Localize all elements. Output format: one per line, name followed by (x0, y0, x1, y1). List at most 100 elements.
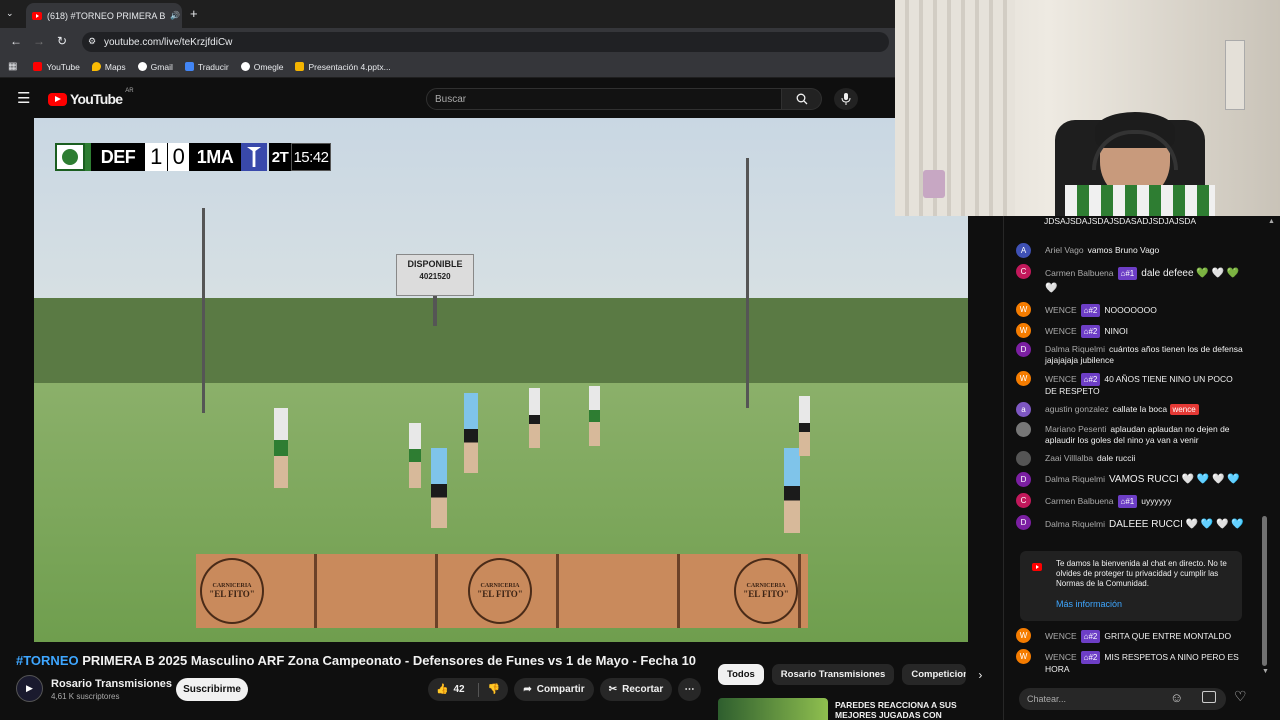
chat-author[interactable]: WENCE (1045, 374, 1077, 384)
chat-author[interactable]: WENCE (1045, 631, 1077, 641)
bookmark-presentacion[interactable]: Presentación 4.pptx... (295, 62, 391, 72)
bookmark-youtube[interactable]: YouTube (33, 62, 80, 72)
clip-button[interactable]: ✂ Recortar (600, 678, 672, 701)
bookmark-maps[interactable]: Maps (91, 62, 126, 72)
menu-icon[interactable]: ☰ (17, 89, 30, 107)
chat-message: W WENCE ⌂#2 MIS RESPETOS A NINO PERO ES HO… (1016, 649, 1246, 675)
chat-message: Zaai Villlalba dale ruccii (1016, 451, 1246, 466)
chat-scroll-up-icon[interactable]: ▲ (1268, 218, 1275, 225)
chat-author[interactable]: agustin gonzalez (1045, 404, 1109, 414)
chat-author[interactable]: WENCE (1045, 652, 1077, 662)
bookmark-gmail[interactable]: Gmail (137, 62, 173, 72)
chat-message: a agustin gonzalez callate la boca wence (1016, 402, 1246, 417)
url-bar[interactable]: ⚙ youtube.com/live/teKrzjfdiCw (82, 32, 889, 52)
chat-scrollbar[interactable] (1262, 516, 1267, 666)
back-icon[interactable]: ← (10, 34, 22, 48)
sponsor-logo: CARNICERIA "EL FITO" (200, 558, 264, 624)
chat-author[interactable]: Carmen Balbuena (1045, 496, 1114, 506)
chat-avatar[interactable]: C (1016, 493, 1031, 508)
sponsor-logo: CARNICERIA "EL FITO" (734, 558, 798, 624)
more-actions-button[interactable]: ⋯ (678, 678, 701, 701)
chat-author[interactable]: Carmen Balbuena (1045, 268, 1114, 278)
related-chips: Todos Rosario Transmisiones Competicione… (718, 664, 982, 685)
chat-author[interactable]: Dalma Riquelmi (1045, 344, 1105, 354)
chat-message: W WENCE ⌂#2 NOOOOOOO (1016, 302, 1246, 317)
chat-avatar[interactable]: a (1016, 402, 1031, 417)
video-player[interactable]: DISPONIBLE 4021520 CARNICERIA "EL FITO" C… (34, 118, 968, 642)
bookmarks-bar: ▦ YouTube Maps Gmail Traducir Omegle Pre… (0, 56, 895, 78)
chat-avatar[interactable]: C (1016, 264, 1031, 279)
heart-icon[interactable]: ♡ (1234, 688, 1247, 705)
light-pole (746, 158, 749, 408)
channel-avatar[interactable]: ▶ (16, 675, 43, 702)
like-icon[interactable]: 👍 (436, 684, 448, 695)
chat-avatar[interactable] (1016, 422, 1031, 437)
chat-author[interactable]: WENCE (1045, 305, 1077, 315)
forward-icon[interactable]: → (33, 34, 45, 48)
player (529, 388, 540, 448)
chat-message: Mariano Pesenti aplaudan aplaudan no deje… (1016, 422, 1246, 446)
chat-avatar[interactable]: D (1016, 472, 1031, 487)
chip-channel[interactable]: Rosario Transmisiones (771, 664, 895, 685)
bookmark-omegle[interactable]: Omegle (240, 62, 283, 72)
title-hashtag[interactable]: #TORNEO (16, 653, 79, 668)
home-team: DEF (91, 143, 145, 171)
more-horizontal-icon: ⋯ (684, 684, 695, 695)
member-badge: ⌂#2 (1080, 651, 1101, 664)
chat-message: D Dalma Riquelmi VAMOS RUCCI 🤍 🩵 🤍 🩵 (1016, 472, 1246, 487)
emoji-icon[interactable]: ☺ (1170, 690, 1183, 705)
chat-author[interactable]: Zaai Villlalba (1045, 453, 1093, 463)
chat-scroll-down-icon[interactable]: ▼ (1262, 668, 1269, 675)
scoreboard: DEF 1 0 1MA 2T 15:42 (55, 143, 331, 171)
channel-name[interactable]: Rosario Transmisiones (51, 678, 172, 690)
chat-author[interactable]: WENCE (1045, 326, 1077, 336)
match-period: 2T (269, 143, 291, 171)
reload-icon[interactable]: ↻ (57, 34, 67, 48)
sponsor-banner: CARNICERIA "EL FITO" CARNICERIA "EL FITO" … (196, 554, 808, 628)
away-score: 0 (167, 143, 189, 171)
site-info-icon[interactable]: ⚙ (88, 36, 96, 47)
mention-badge: wence (1169, 404, 1199, 415)
browser-tab[interactable]: (618) #TORNEO PRIMERA B 🔊 ✕ (26, 3, 182, 28)
tab-list-icon[interactable]: ⌄ (6, 8, 14, 19)
recommended-video[interactable]: PAREDES REACCIONA A SUS MEJORES JUGADAS … (718, 698, 968, 720)
bookmark-traducir[interactable]: Traducir (184, 62, 229, 72)
youtube-icon (33, 62, 43, 71)
chat-author[interactable]: Ariel Vago (1045, 245, 1084, 255)
search-input[interactable]: Buscar (426, 88, 782, 110)
super-chat-icon[interactable] (1202, 691, 1216, 703)
subscribe-button[interactable]: Suscribirme (176, 678, 248, 701)
video-title: #TORNEO PRIMERA B 2025 Masculino ARF Zon… (16, 653, 696, 668)
recommended-thumbnail (718, 698, 828, 720)
search-button[interactable] (782, 88, 822, 110)
chat-input[interactable]: Chatear... (1019, 688, 1226, 710)
chat-avatar[interactable]: D (1016, 515, 1031, 530)
share-button[interactable]: ➦ Compartir (514, 678, 594, 701)
home-crest-icon (55, 143, 85, 171)
chat-avatar[interactable]: W (1016, 649, 1031, 664)
chat-author[interactable]: Mariano Pesenti (1045, 424, 1106, 434)
chat-avatar[interactable]: W (1016, 302, 1031, 317)
chevron-right-icon[interactable]: › (978, 668, 982, 682)
more-info-link[interactable]: Más información (1056, 599, 1122, 609)
apps-grid-icon[interactable]: ▦ (8, 61, 17, 72)
chip-competiciones[interactable]: Competicione (902, 664, 967, 685)
dislike-icon[interactable]: 👎 (488, 684, 500, 695)
like-count[interactable]: 42 (453, 684, 464, 695)
chat-avatar[interactable]: A (1016, 243, 1031, 258)
new-tab-icon[interactable]: + (190, 6, 198, 21)
chat-author[interactable]: Dalma Riquelmi (1045, 519, 1105, 529)
youtube-logo[interactable]: YouTube AR (48, 88, 134, 107)
chat-message: W WENCE ⌂#2 GRITA QUE ENTRE MONTALDO (1016, 628, 1246, 643)
chip-todos[interactable]: Todos (718, 664, 764, 685)
chat-avatar[interactable]: W (1016, 371, 1031, 386)
chat-avatar[interactable] (1016, 451, 1031, 466)
voice-search-button[interactable] (834, 88, 858, 110)
translate-icon (184, 62, 194, 71)
chat-author[interactable]: Dalma Riquelmi (1045, 474, 1105, 484)
chat-avatar[interactable]: W (1016, 628, 1031, 643)
chat-avatar[interactable]: D (1016, 342, 1031, 357)
webcam-jersey (1065, 185, 1215, 216)
chat-avatar[interactable]: W (1016, 323, 1031, 338)
player (409, 423, 421, 488)
